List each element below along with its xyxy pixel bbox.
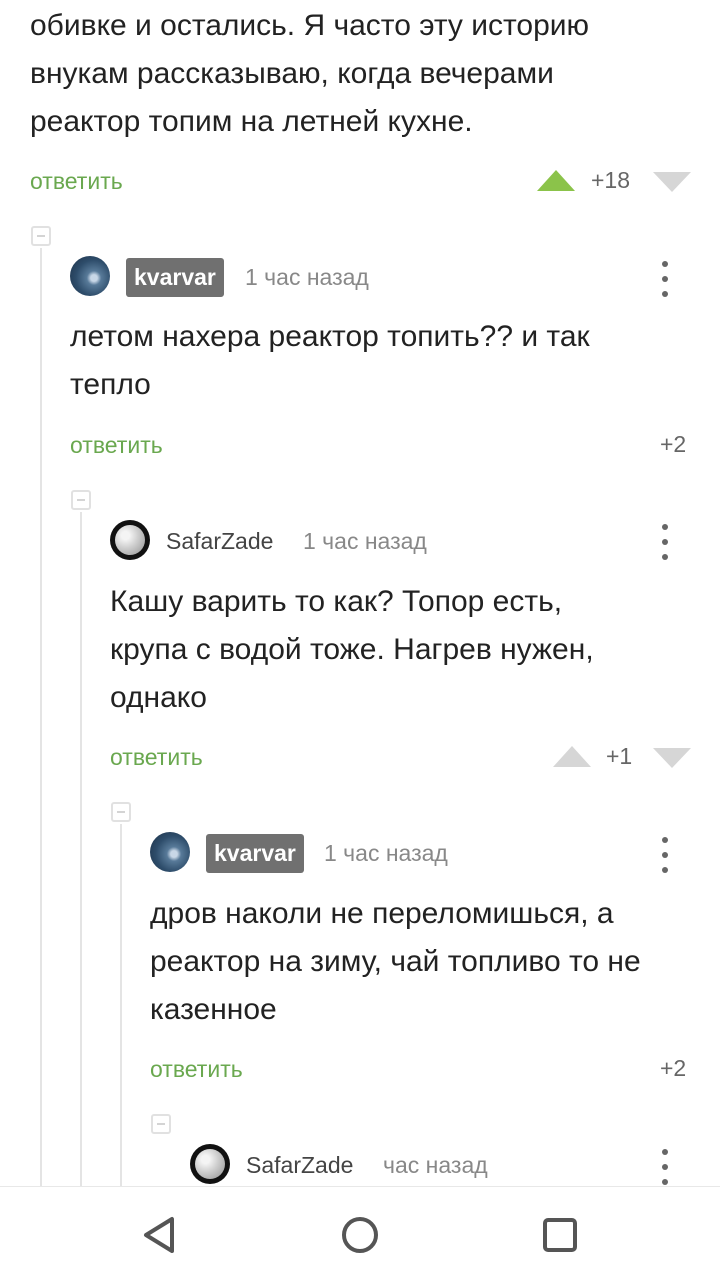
avatar[interactable] [70, 256, 110, 296]
thread-line[interactable] [120, 824, 122, 1186]
reply-button[interactable]: ответить [30, 168, 123, 195]
text-line: реактор топим на летней кухне. [30, 105, 473, 138]
username[interactable]: kvarvar [206, 834, 304, 873]
avatar[interactable] [150, 832, 190, 872]
timestamp[interactable]: 1 час назад [245, 264, 369, 291]
back-icon[interactable] [140, 1215, 180, 1255]
downvote-icon[interactable] [653, 748, 691, 768]
downvote-icon[interactable] [653, 172, 691, 192]
text-line: казенное [150, 993, 277, 1026]
avatar[interactable] [190, 1144, 230, 1184]
timestamp[interactable]: 1 час назад [324, 840, 448, 867]
more-icon[interactable] [660, 258, 670, 302]
username[interactable]: SafarZade [166, 528, 273, 555]
score: +1 [606, 743, 633, 769]
reply-button[interactable]: ответить [110, 744, 203, 771]
collapse-icon[interactable] [111, 802, 131, 822]
reply-button[interactable]: ответить [150, 1056, 243, 1083]
recents-icon[interactable] [540, 1215, 580, 1255]
top-comment-text: обивке и остались. Я часто эту историю в… [30, 2, 690, 146]
timestamp[interactable]: час назад [383, 1152, 488, 1179]
more-icon[interactable] [660, 834, 670, 878]
score: +18 [591, 167, 631, 193]
score: +2 [660, 1055, 687, 1081]
thread-line[interactable] [40, 248, 42, 1186]
upvote-icon[interactable] [553, 746, 591, 767]
text-line: Кашу варить то как? Топор есть, [110, 585, 563, 618]
comment-text: Кашу варить то как? Топор есть, крупа с … [110, 578, 690, 722]
text-line: летом нахера реактор топить?? и так [70, 320, 590, 353]
more-icon[interactable] [660, 1146, 670, 1190]
home-icon[interactable] [340, 1215, 380, 1255]
collapse-icon[interactable] [31, 226, 51, 246]
reply-button[interactable]: ответить [70, 432, 163, 459]
comment-text: летом нахера реактор топить?? и так тепл… [70, 313, 690, 409]
collapse-icon[interactable] [71, 490, 91, 510]
more-icon[interactable] [660, 521, 670, 565]
timestamp[interactable]: 1 час назад [303, 528, 427, 555]
text-line: тепло [70, 368, 151, 401]
text-line: внукам рассказываю, когда вечерами [30, 57, 554, 90]
upvote-icon[interactable] [537, 170, 575, 191]
thread-line[interactable] [80, 512, 82, 1186]
collapse-icon[interactable] [151, 1114, 171, 1134]
text-line: крупа с водой тоже. Нагрев нужен, [110, 633, 594, 666]
score: +2 [660, 431, 687, 457]
text-line: реактор на зиму, чай топливо то не [150, 945, 641, 978]
text-line: дров наколи не переломишься, а [150, 897, 614, 930]
comment-text: дров наколи не переломишься, а реактор н… [150, 890, 700, 1034]
navigation-bar [0, 1186, 720, 1283]
avatar[interactable] [110, 520, 150, 560]
text-line: обивке и остались. Я часто эту историю [30, 9, 590, 42]
username[interactable]: SafarZade [246, 1152, 353, 1179]
text-line: однако [110, 681, 207, 714]
username[interactable]: kvarvar [126, 258, 224, 297]
